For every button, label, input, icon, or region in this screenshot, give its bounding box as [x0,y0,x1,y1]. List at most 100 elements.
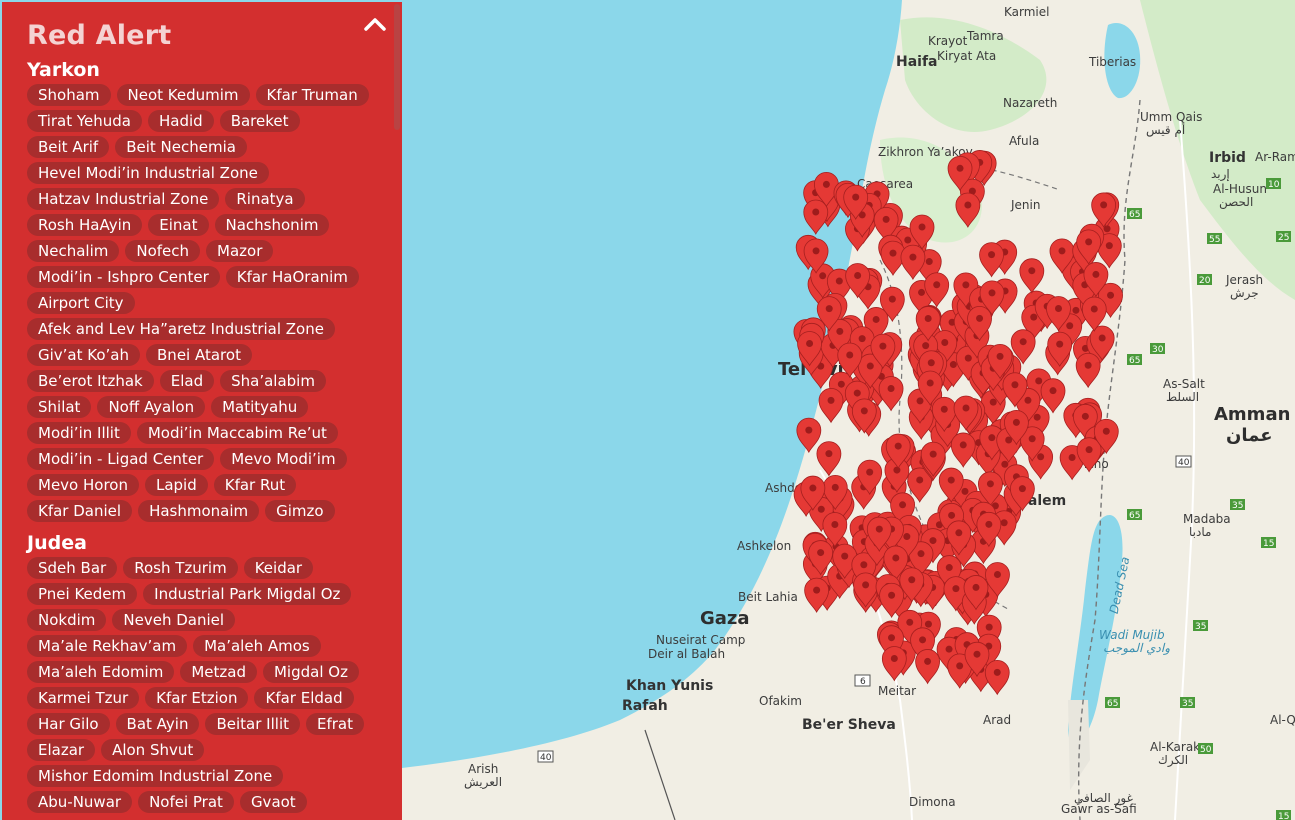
city-chip[interactable]: Rinatya [225,188,305,210]
city-chip[interactable]: Bat Ayin [115,713,200,735]
city-chip[interactable]: Ma’aleh Amos [193,635,321,657]
city-chip[interactable]: Ma’aleh Edomim [27,661,175,683]
city-chip[interactable]: Hatzav Industrial Zone [27,188,220,210]
alert-marker-dot [862,581,870,589]
city-chip[interactable]: Elad [159,370,215,392]
city-chip[interactable]: Sdeh Bar [27,557,118,579]
city-chip[interactable]: Kfar HaOranim [225,266,359,288]
svg-text:35: 35 [1182,699,1193,709]
city-chip[interactable]: Bareket [219,110,300,132]
city-chip[interactable]: Shilat [27,396,92,418]
city-chip[interactable]: Tirat Yehuda [27,110,143,132]
city-chip[interactable]: Sha’alabim [220,370,326,392]
city-chip[interactable]: Giv’at Ko’ah [27,344,141,366]
city-chip[interactable]: Be’erot Itzhak [27,370,154,392]
city-chip[interactable]: Har Gilo [27,713,110,735]
alert-marker-dot [972,583,980,591]
alert-marker-dot [945,564,953,572]
city-chip[interactable]: Nechalim [27,240,120,262]
city-chip[interactable]: Gvaot [239,791,307,813]
city-chip[interactable]: Bnei Atarot [146,344,252,366]
city-chip[interactable]: Ma’ale Rekhav’am [27,635,188,657]
city-chip[interactable]: Abu-Nuwar [27,791,133,813]
city-chip[interactable]: Airport City [27,292,135,314]
alert-marker-dot [1024,396,1032,404]
city-chip[interactable]: Nofech [125,240,201,262]
city-chip[interactable]: Beitar Illit [205,713,300,735]
city-chip[interactable]: Einat [148,214,209,236]
city-chip[interactable]: Kfar Eldad [254,687,354,709]
alert-marker-dot [904,236,912,244]
city-chip[interactable]: Rosh HaAyin [27,214,143,236]
city-chip[interactable]: Matityahu [211,396,309,418]
city-chip[interactable]: Migdal Oz [262,661,359,683]
alert-marker-dot [929,537,937,545]
city-chip[interactable]: Gimzo [265,500,335,522]
svg-text:Kiryat Ata: Kiryat Ata [937,49,996,63]
city-chip[interactable]: Kfar Rut [213,474,297,496]
collapse-chevron-icon[interactable] [362,12,388,38]
city-chip[interactable]: Hadid [148,110,214,132]
city-chip[interactable]: Efrat [306,713,364,735]
city-chip[interactable]: Nachshonim [214,214,330,236]
svg-text:Afula: Afula [1009,134,1039,148]
city-chip[interactable]: Industrial Park Migdal Oz [143,583,352,605]
alert-marker-dot [1058,247,1066,255]
svg-text:Be'er Sheva: Be'er Sheva [802,717,896,733]
city-chip[interactable]: Pnei Kedem [27,583,138,605]
city-chip[interactable]: Karmei Tzur [27,687,140,709]
city-chip[interactable]: Beit Nechemia [115,136,247,158]
city-chip[interactable]: Modi’in - Ishpro Center [27,266,220,288]
alert-marker-dot [916,476,924,484]
svg-text:Al-Qa: Al-Qa [1270,713,1295,727]
city-chip[interactable]: Hashmonaim [138,500,260,522]
city-chip[interactable]: Keidar [243,557,314,579]
city-chip[interactable]: Modi’in - Ligad Center [27,448,215,470]
city-chip[interactable]: Neveh Daniel [112,609,236,631]
alert-marker-dot [894,442,902,450]
city-chip[interactable]: Alon Shvut [101,739,205,761]
city-chip[interactable]: Rosh Tzurim [123,557,238,579]
city-chip-list: Shoham Neot Kedumim Kfar Truman Tirat Yehud… [27,84,377,526]
city-chip[interactable]: Mishor Edomim Industrial Zone [27,765,284,787]
alert-marker-dot [964,354,972,362]
city-chip[interactable]: Mevo Modi’im [220,448,347,470]
city-chip[interactable]: Nokdim [27,609,107,631]
svg-text:Madaba: Madaba [1183,512,1231,526]
city-chip[interactable]: Elazar [27,739,96,761]
alert-marker-dot [835,277,843,285]
alert-marker-dot [813,586,821,594]
svg-text:Ashkelon: Ashkelon [737,539,791,553]
svg-text:Jerash: Jerash [1225,273,1263,287]
city-chip[interactable]: Kfar Etzion [145,687,249,709]
city-chip[interactable]: Mevo Horon [27,474,139,496]
alert-marker-dot [1085,238,1093,246]
red-alert-panel[interactable]: Red Alert Yarkon Shoham Neot Kedumim Kfar T… [2,2,402,820]
city-chip[interactable]: Metzad [180,661,257,683]
city-chip[interactable]: Modi’in Maccabim Re’ut [136,422,338,444]
city-chip[interactable]: Hevel Modi’in Industrial Zone [27,162,269,184]
city-chip[interactable]: Mazor [206,240,274,262]
city-chip[interactable]: Noff Ayalon [97,396,206,418]
alert-marker-dot [962,281,970,289]
city-chip[interactable]: Beit Arif [27,136,110,158]
alert-marker-dot [1085,446,1093,454]
svg-text:Irbid: Irbid [1209,150,1246,166]
city-chip[interactable]: Lapid [144,474,208,496]
city-chip[interactable]: Shoham [27,84,111,106]
city-chip[interactable]: Kfar Truman [255,84,369,106]
city-chip[interactable]: Afek and Lev Ha”aretz Industrial Zone [27,318,335,340]
svg-text:35: 35 [1195,622,1206,632]
svg-text:غور الصافي: غور الصافي [1074,791,1133,806]
city-chip[interactable]: Kfar Daniel [27,500,133,522]
alert-marker-dot [836,327,844,335]
city-chip[interactable]: Modi’in Illit [27,422,131,444]
city-chip[interactable]: Nofei Prat [138,791,234,813]
panel-scrollbar[interactable] [394,4,400,130]
svg-text:الكرك: الكرك [1158,753,1188,768]
alert-marker-dot [888,591,896,599]
svg-text:50: 50 [1200,745,1212,755]
alert-marker-dot [961,487,969,495]
city-chip[interactable]: Neot Kedumim [116,84,250,106]
svg-text:6: 6 [860,677,866,687]
